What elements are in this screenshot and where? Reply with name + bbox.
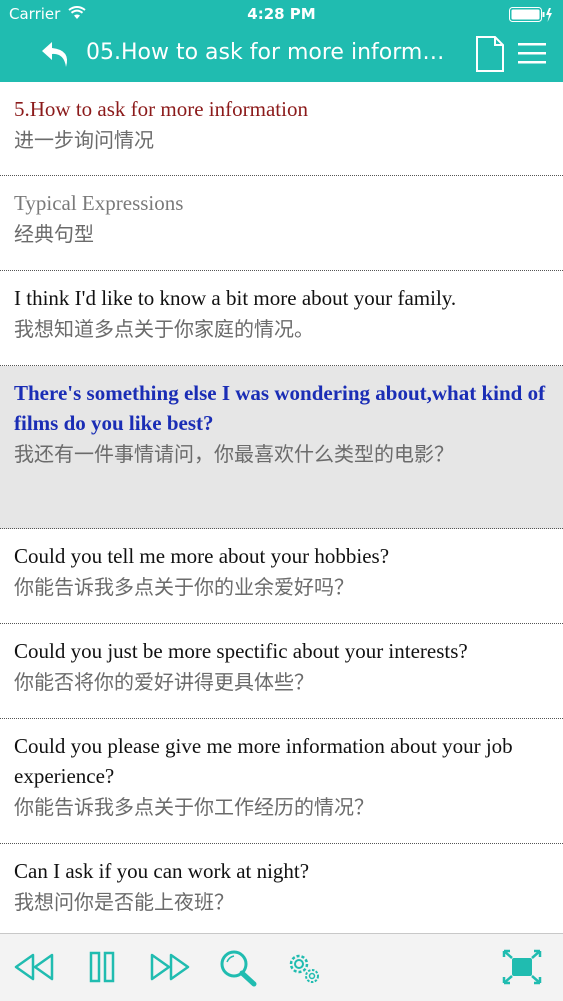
list-item[interactable]: Could you just be more spectific about y… — [0, 624, 563, 719]
item-chinese: 进一步询问情况 — [14, 128, 154, 152]
item-chinese: 我还有一件事情请问，你最喜欢什么类型的电影？ — [14, 442, 454, 466]
list-item[interactable]: I think I'd like to know a bit more abou… — [0, 271, 563, 366]
item-english: Could you please give me more informatio… — [14, 734, 513, 788]
rewind-icon[interactable] — [12, 947, 56, 987]
list-item[interactable]: Could you please give me more informatio… — [0, 719, 563, 844]
undo-arrow-icon[interactable] — [38, 36, 74, 72]
header-bar: Carrier 4:28 PM 05.How to ask for more i… — [0, 0, 563, 82]
pause-icon[interactable] — [80, 947, 124, 987]
item-english: Can I ask if you can work at night? — [14, 859, 310, 883]
item-chinese: 你能告诉我多点关于你的业余爱好吗？ — [14, 575, 354, 599]
list-item[interactable]: Can I ask if you can work at night? 我想问你… — [0, 844, 563, 939]
item-chinese: 经典句型 — [14, 222, 94, 246]
sentence-list: 5.How to ask for more information 进一步询问情… — [0, 82, 563, 939]
status-bar: Carrier 4:28 PM — [0, 0, 563, 30]
page-title: 05.How to ask for more information — [86, 40, 456, 65]
nav-bar: 05.How to ask for more information — [0, 30, 563, 82]
list-item[interactable]: Could you tell me more about your hobbie… — [0, 529, 563, 624]
menu-icon[interactable] — [515, 36, 549, 70]
item-english: Typical Expressions — [14, 191, 184, 215]
item-english: There's something else I was wondering a… — [14, 381, 546, 435]
document-icon[interactable] — [475, 35, 505, 73]
item-chinese: 你能否将你的爱好讲得更具体些？ — [14, 670, 314, 694]
item-english: 5.How to ask for more information — [14, 97, 308, 121]
search-icon[interactable] — [216, 947, 260, 987]
fullscreen-icon[interactable] — [500, 947, 544, 987]
item-english: Could you just be more spectific about y… — [14, 639, 468, 663]
list-item-selected[interactable]: There's something else I was wondering a… — [0, 366, 563, 529]
item-chinese: 我想问你是否能上夜班？ — [14, 890, 234, 914]
status-time: 4:28 PM — [247, 5, 316, 23]
list-item-subheading[interactable]: Typical Expressions 经典句型 — [0, 176, 563, 271]
item-chinese: 我想知道多点关于你家庭的情况。 — [14, 317, 314, 341]
item-english: I think I'd like to know a bit more abou… — [14, 286, 457, 310]
battery-icon — [509, 7, 553, 27]
gear-icon[interactable] — [282, 947, 326, 987]
item-english: Could you tell me more about your hobbie… — [14, 544, 390, 568]
list-item-heading[interactable]: 5.How to ask for more information 进一步询问情… — [0, 82, 563, 176]
fast-forward-icon[interactable] — [148, 947, 192, 987]
player-toolbar — [0, 933, 563, 1001]
item-chinese: 你能告诉我多点关于你工作经历的情况？ — [14, 795, 374, 819]
